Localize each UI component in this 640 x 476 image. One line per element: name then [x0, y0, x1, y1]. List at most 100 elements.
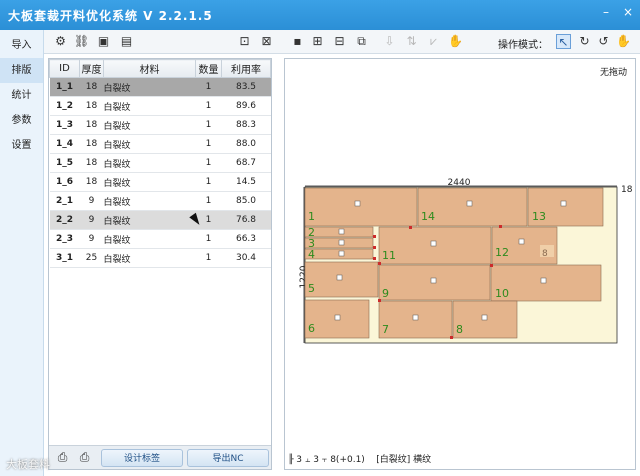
cell-qty: 1	[195, 229, 222, 249]
table-row[interactable]: 1_5 18 白裂纹 1 68.7	[49, 153, 271, 173]
remove-icon[interactable]: ⊟	[332, 34, 347, 49]
status-icon: ⫠	[304, 455, 311, 465]
table-row[interactable]: 2_1 9 白裂纹 1 85.0	[49, 191, 271, 211]
cell-thickness: 25	[79, 248, 104, 268]
offcut-label: 8	[542, 249, 548, 259]
save-icon[interactable]: ▪	[290, 34, 305, 49]
cell-rate: 66.3	[221, 229, 271, 249]
cell-id: 1_3	[49, 115, 80, 135]
cell-material: 白裂纹	[103, 210, 196, 230]
col-thickness[interactable]: 厚度	[79, 59, 104, 78]
cell-rate: 76.8	[221, 210, 271, 230]
board-table: ID 厚度 材料 数量 利用率 1_1 18 白裂纹 1 83.5 1_2 18…	[49, 59, 271, 268]
toolbar: ⚙ ⛓ ▣ ▤ ⊡ ⊠ ▪ ⊞ ⊟ ⧉ ⇩ ⇅ ⩗ ✋ 操作模式： ↖ ↻ ↺ …	[44, 30, 640, 54]
pan-icon[interactable]: ✋	[616, 34, 631, 49]
cell-qty: 1	[195, 77, 222, 97]
cell-rate: 89.6	[221, 96, 271, 116]
table-row[interactable]: 1_2 18 白裂纹 1 89.6	[49, 96, 271, 116]
part-number: 7	[382, 323, 389, 336]
cell-material: 白裂纹	[103, 153, 196, 173]
col-rate[interactable]: 利用率	[221, 59, 271, 78]
chart-icon[interactable]: ⩗	[426, 34, 441, 49]
cell-thickness: 9	[79, 191, 104, 211]
cell-id: 1_4	[49, 134, 80, 154]
sidebar-item-layout[interactable]: 排版	[0, 58, 43, 83]
table-row[interactable]: 1_3 18 白裂纹 1 88.3	[49, 115, 271, 135]
table-row[interactable]: 2_2 9 白裂纹 1 76.8	[49, 210, 271, 230]
status-count-1: 3	[296, 455, 303, 465]
cell-qty: 1	[195, 191, 222, 211]
cell-material: 白裂纹	[103, 248, 196, 268]
table-row[interactable]: 1_1 18 白裂纹 1 83.5	[49, 77, 271, 97]
design-label-button[interactable]: 设计标签	[101, 449, 183, 467]
part-label-marker	[540, 277, 547, 284]
cell-thickness: 18	[79, 77, 104, 97]
cell-thickness: 18	[79, 153, 104, 173]
table-row[interactable]: 3_1 25 白裂纹 1 30.4	[49, 248, 271, 268]
board-list-panel: ID 厚度 材料 数量 利用率 1_1 18 白裂纹 1 83.5 1_2 18…	[48, 58, 272, 470]
col-id[interactable]: ID	[49, 59, 80, 78]
gear-icon[interactable]: ⚙	[53, 34, 68, 49]
status-count-2: 3	[313, 455, 319, 465]
export-nc-button[interactable]: 导出NC	[187, 449, 269, 467]
watermark-text: 大板套料	[6, 458, 50, 471]
merge-icon[interactable]: ⧉	[354, 34, 369, 49]
cell-id: 1_2	[49, 96, 80, 116]
cell-material: 白裂纹	[103, 172, 196, 192]
cell-rate: 30.4	[221, 248, 271, 268]
part-number: 11	[382, 249, 396, 262]
cell-rate: 88.3	[221, 115, 271, 135]
nesting-canvas[interactable]: 2440 1220 18 8 1 2 3 4 5 6 7 8 9 10 11 1…	[285, 59, 637, 471]
cell-material: 白裂纹	[103, 96, 196, 116]
cell-thickness: 9	[79, 210, 104, 230]
status-grain: 横纹	[413, 455, 432, 465]
export-icon[interactable]: ▤	[119, 34, 134, 49]
cell-qty: 1	[195, 115, 222, 135]
close-button[interactable]: ×	[620, 4, 636, 20]
cut-marker	[378, 299, 381, 302]
cut-marker	[378, 262, 381, 265]
part-label-marker	[354, 200, 361, 207]
rotate-ccw-icon[interactable]: ↺	[596, 34, 611, 49]
cell-id: 1_6	[49, 172, 80, 192]
print-preview-icon[interactable]: ⎙	[77, 450, 92, 465]
part-label-marker	[518, 238, 525, 245]
cell-id: 2_3	[49, 229, 80, 249]
part-number: 10	[495, 287, 509, 300]
cell-material: 白裂纹	[103, 77, 196, 97]
cell-id: 3_1	[49, 248, 80, 268]
rotate-part-icon[interactable]: ⇅	[404, 34, 419, 49]
table-row[interactable]: 2_3 9 白裂纹 1 66.3	[49, 229, 271, 249]
part-label-marker	[336, 274, 343, 281]
sidebar-item-parameters[interactable]: 参数	[0, 108, 43, 133]
sidebar-item-import[interactable]: 导入	[0, 33, 43, 58]
panel-bottom-bar: ⎙ ⎙ 设计标签 导出NC	[49, 445, 271, 469]
sidebar-item-settings[interactable]: 设置	[0, 133, 43, 158]
col-material[interactable]: 材料	[103, 59, 196, 78]
table-row[interactable]: 1_6 18 白裂纹 1 14.5	[49, 172, 271, 192]
folder-open-icon[interactable]: ⊡	[237, 34, 252, 49]
cut-icon[interactable]: ⇩	[382, 34, 397, 49]
printer-icon[interactable]: ⎙	[55, 450, 70, 465]
pointer-mode-icon[interactable]: ↖	[556, 34, 571, 49]
cell-material: 白裂纹	[103, 229, 196, 249]
table-row[interactable]: 1_4 18 白裂纹 1 88.0	[49, 134, 271, 154]
sidebar-item-statistics[interactable]: 统计	[0, 83, 43, 108]
board-thickness-label: 18	[621, 185, 633, 195]
chain-icon[interactable]: ⛓	[74, 34, 89, 49]
folder-save-icon[interactable]: ⊠	[259, 34, 274, 49]
cell-thickness: 18	[79, 172, 104, 192]
part-number: 5	[308, 282, 315, 295]
minimize-button[interactable]: –	[598, 4, 614, 20]
col-qty[interactable]: 数量	[195, 59, 222, 78]
cell-rate: 83.5	[221, 77, 271, 97]
part-1	[304, 187, 418, 227]
cut-marker	[499, 225, 502, 228]
part-number: 4	[308, 248, 315, 261]
hand-icon[interactable]: ✋	[448, 34, 463, 49]
image-icon[interactable]: ▣	[96, 34, 111, 49]
status-count-3: 8(+0.1)	[330, 455, 365, 465]
rotate-cw-icon[interactable]: ↻	[577, 34, 592, 49]
cell-material: 白裂纹	[103, 115, 196, 135]
add-icon[interactable]: ⊞	[310, 34, 325, 49]
